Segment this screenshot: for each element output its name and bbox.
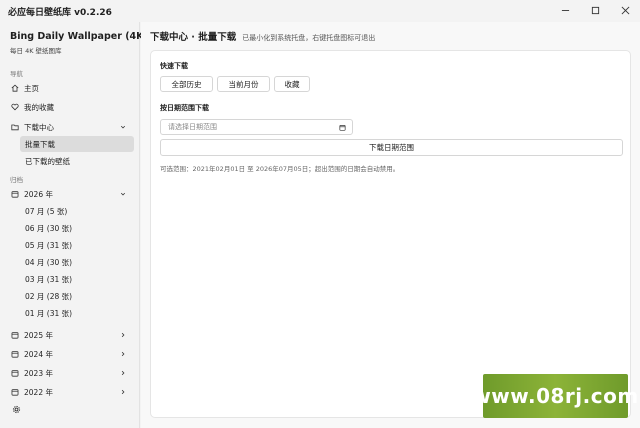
month-label: 03 月 (31 张) [25,274,73,284]
sidebar-item-year-2022[interactable]: 2022 年 [6,384,134,400]
sidebar-item-favorites[interactable]: 我的收藏 [6,99,134,115]
sidebar-item-month[interactable]: 06 月 (30 张) [20,220,134,236]
sidebar-item-label: 批量下载 [25,139,55,149]
sidebar-item-month[interactable]: 03 月 (31 张) [20,271,134,287]
folder-icon [10,122,20,132]
watermark-logo: www.08rj.com [472,374,638,418]
home-icon [10,83,20,93]
date-range-placeholder: 请选择日期范围 [168,123,217,131]
page-header: 下载中心 · 批量下载 已最小化到系统托盘，右键托盘图标可退出 [150,29,375,43]
calendar-icon [339,124,346,131]
maximize-button[interactable] [580,0,610,22]
gear-icon[interactable] [12,405,22,415]
calendar-icon [10,368,20,378]
download-all-history-button[interactable]: 全部历史 [160,76,213,92]
sidebar-item-label: 2024 年 [24,349,53,359]
range-download-label: 按日期范围下载 [160,104,209,112]
watermark-text: www.08rj.com [472,384,639,408]
brand: Bing Daily Wallpaper (4K) 每日 4K 壁纸图库 [10,31,156,55]
download-card: 快速下载 全部历史 当前月份 收藏 按日期范围下载 请选择日期范围 下载日期范围… [150,50,631,418]
archive-section-label: 归档 [10,176,23,184]
sidebar-item-label: 我的收藏 [24,102,54,112]
download-date-range-button[interactable]: 下载日期范围 [160,139,623,156]
app-name: Bing Daily Wallpaper (4K) [10,31,148,42]
calendar-icon [10,330,20,340]
calendar-icon [10,349,20,359]
month-label: 05 月 (31 张) [25,240,73,250]
quick-download-label: 快速下载 [160,62,188,70]
sidebar-item-month[interactable]: 04 月 (30 张) [20,254,134,270]
heart-icon [10,102,20,112]
range-note: 可选范围：2021年02月01日 至 2026年07月05日；超出范围的日期会自… [160,165,400,173]
sidebar-item-label: 已下载的壁纸 [25,156,70,166]
chevron-down-icon [120,191,126,197]
minimize-button[interactable] [550,0,580,22]
sidebar-item-home[interactable]: 主页 [6,80,134,96]
sidebar-item-month[interactable]: 07 月 (5 张) [20,203,134,219]
window-title: 必应每日壁纸库 v0.2.26 [8,7,112,18]
month-label: 01 月 (31 张) [25,308,73,318]
title-bar: 必应每日壁纸库 v0.2.26 [0,0,640,22]
tray-hint: 已最小化到系统托盘，右键托盘图标可退出 [242,34,376,42]
sidebar-item-label: 2025 年 [24,330,53,340]
sidebar-item-year-2025[interactable]: 2025 年 [6,327,134,343]
date-range-picker[interactable]: 请选择日期范围 [160,119,353,135]
download-favorites-button[interactable]: 收藏 [274,76,310,92]
month-label: 06 月 (30 张) [25,223,73,233]
sidebar: Bing Daily Wallpaper (4K) 每日 4K 壁纸图库 导航 … [0,22,156,428]
sidebar-item-label: 下载中心 [24,122,54,132]
sidebar-item-year-2026[interactable]: 2026 年 [6,186,134,202]
calendar-icon [10,189,20,199]
month-label: 07 月 (5 张) [25,206,68,216]
sidebar-item-downloaded[interactable]: 已下载的壁纸 [20,153,134,169]
minimize-icon [561,6,570,17]
sidebar-item-batch-download[interactable]: 批量下载 [20,136,134,152]
sidebar-item-month[interactable]: 05 月 (31 张) [20,237,134,253]
sidebar-item-label: 主页 [24,83,39,93]
chevron-right-icon [120,370,126,376]
chevron-right-icon [120,389,126,395]
calendar-icon [10,387,20,397]
download-current-month-button[interactable]: 当前月份 [217,76,270,92]
close-button[interactable] [610,0,640,22]
sidebar-item-label: 2026 年 [24,189,53,199]
month-label: 04 月 (30 张) [25,257,73,267]
sidebar-item-label: 2022 年 [24,387,53,397]
sidebar-item-month[interactable]: 01 月 (31 张) [20,305,134,321]
sidebar-item-label: 2023 年 [24,368,53,378]
sidebar-item-download-center[interactable]: 下载中心 [6,119,134,135]
close-icon [621,6,630,17]
page-title: 下载中心 · 批量下载 [150,32,237,43]
sidebar-item-year-2023[interactable]: 2023 年 [6,365,134,381]
app-subtitle: 每日 4K 壁纸图库 [10,47,62,55]
sidebar-item-month[interactable]: 02 月 (28 张) [20,288,134,304]
main-content: 下载中心 · 批量下载 已最小化到系统托盘，右键托盘图标可退出 快速下载 全部历… [141,22,640,428]
chevron-right-icon [120,332,126,338]
nav-section-label: 导航 [10,70,23,78]
month-label: 02 月 (28 张) [25,291,73,301]
maximize-icon [591,6,600,17]
chevron-right-icon [120,351,126,357]
sidebar-item-year-2024[interactable]: 2024 年 [6,346,134,362]
chevron-down-icon [120,124,126,130]
